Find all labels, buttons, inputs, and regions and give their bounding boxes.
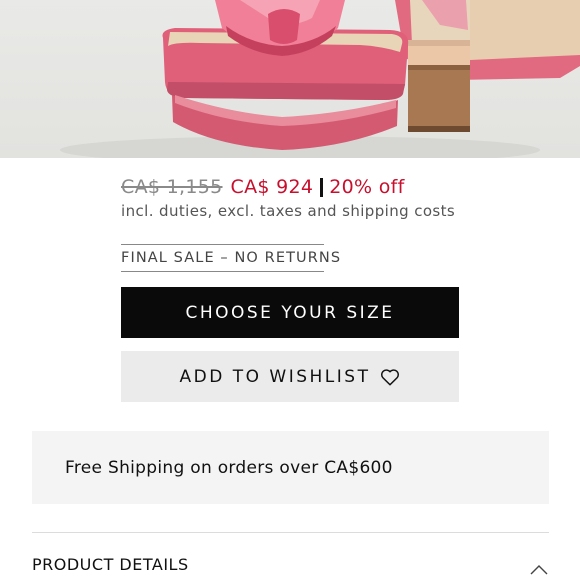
- final-sale-notice: FINAL SALE – NO RETURNS: [121, 244, 340, 272]
- choose-size-label: CHOOSE YOUR SIZE: [185, 302, 395, 323]
- divider: [32, 532, 549, 533]
- add-to-wishlist-button[interactable]: ADD TO WISHLIST: [121, 351, 459, 402]
- shipping-banner-text: Free Shipping on orders over CA$600: [65, 458, 393, 478]
- product-details-label: PRODUCT DETAILS: [32, 555, 189, 574]
- discount-label: 20% off: [329, 176, 405, 198]
- price-row: CA$ 1,155 CA$ 924 20% off: [121, 174, 405, 200]
- shoe-photo: [60, 0, 580, 158]
- shipping-banner: Free Shipping on orders over CA$600: [32, 431, 549, 504]
- product-image[interactable]: [0, 0, 580, 158]
- price-separator: [320, 177, 324, 197]
- product-details-accordion[interactable]: PRODUCT DETAILS: [32, 555, 549, 580]
- heart-icon: [380, 368, 400, 386]
- chevron-up-icon[interactable]: [530, 560, 548, 579]
- original-price: CA$ 1,155: [121, 176, 223, 198]
- sale-price: CA$ 924: [230, 176, 314, 198]
- tax-note: incl. duties, excl. taxes and shipping c…: [121, 202, 456, 220]
- choose-size-button[interactable]: CHOOSE YOUR SIZE: [121, 287, 459, 338]
- add-to-wishlist-label: ADD TO WISHLIST: [179, 366, 371, 387]
